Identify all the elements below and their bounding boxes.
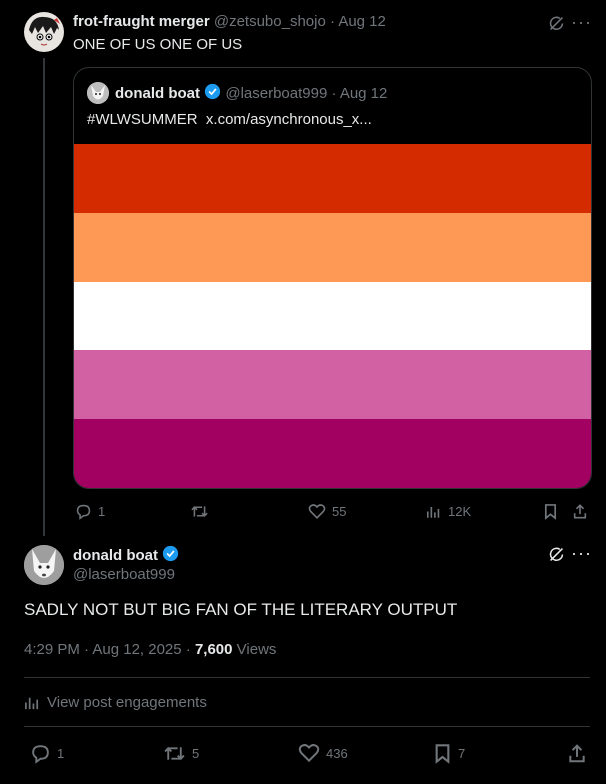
share-button[interactable] [572, 503, 588, 520]
lesbian-flag-image[interactable] [74, 144, 591, 488]
main-tweet-text: SADLY NOT BUT BIG FAN OF THE LITERARY OU… [24, 600, 458, 619]
divider [24, 677, 590, 678]
view-engagements-link[interactable]: View post engagements [24, 694, 207, 711]
views-chart-icon [25, 697, 39, 710]
flag-stripe [74, 144, 591, 213]
main-author-handle[interactable]: @laserboat999 [73, 566, 175, 583]
reply-date[interactable]: · Aug 12 [330, 13, 386, 30]
flag-stripe [74, 419, 591, 488]
flag-stripe [74, 281, 591, 351]
grok-icon[interactable] [548, 15, 565, 37]
main-author-name[interactable]: donald boat [73, 547, 158, 564]
reply-count: 1 [57, 746, 65, 761]
quoted-header: donald boat @laserboat999 · Aug 12 [115, 83, 387, 102]
thread-connector [43, 58, 45, 536]
quoted-date: · Aug 12 [331, 85, 388, 102]
like-count: 436 [326, 745, 348, 761]
retweet-icon [191, 506, 208, 517]
quoted-author-handle: @laserboat999 [225, 85, 328, 102]
avatar-frot-fraught[interactable] [24, 12, 64, 52]
reply-button[interactable]: 1 [75, 503, 105, 520]
bookmark-button[interactable] [543, 503, 558, 520]
grok-icon[interactable] [548, 546, 565, 568]
flag-stripe [74, 350, 591, 420]
reply-count: 1 [98, 504, 106, 519]
reply-header: frot-fraught merger @zetsubo_shojo · Aug… [73, 13, 386, 30]
avatar-illustration-icon [29, 16, 60, 46]
more-options-icon[interactable]: ··· [571, 12, 592, 33]
views-chart-icon [426, 507, 440, 518]
reply-author-name[interactable]: frot-fraught merger [73, 13, 210, 30]
share-icon [573, 504, 587, 519]
divider [24, 726, 590, 727]
dog-icon [24, 545, 64, 585]
quoted-hashtag: #WLWSUMMER [87, 111, 198, 128]
more-options-icon[interactable]: ··· [571, 543, 592, 564]
main-author-name-row: donald boat [73, 545, 179, 564]
avatar-donald-boat[interactable] [24, 545, 64, 585]
verified-badge-icon [163, 545, 179, 562]
retweet-button[interactable] [190, 503, 209, 520]
like-button[interactable]: 436 [298, 743, 348, 763]
heart-icon [298, 744, 320, 763]
main-tweet-timestamp[interactable]: 4:29 PM · Aug 12, 2025 · [24, 641, 195, 658]
views-count: 12K [448, 504, 472, 519]
quoted-text: #WLWSUMMER x.com/asynchronous_x... [87, 111, 372, 128]
bookmark-button[interactable]: 7 [433, 743, 465, 764]
share-icon [569, 744, 585, 763]
main-views-count: 7,600 [194, 641, 233, 658]
reply-icon [32, 745, 49, 764]
quoted-tweet-card[interactable]: donald boat @laserboat999 · Aug 12 #WLWS… [73, 67, 592, 489]
main-views-label: Views [232, 641, 277, 658]
flag-stripe [74, 212, 591, 282]
views-button[interactable]: 12K [426, 503, 471, 520]
like-button[interactable]: 55 [308, 503, 346, 520]
share-button[interactable] [567, 743, 587, 764]
quoted-link: x.com/asynchronous_x... [205, 111, 372, 128]
engagements-label: View post engagements [47, 694, 207, 711]
reply-button[interactable]: 1 [30, 743, 64, 764]
retweet-count: 5 [192, 746, 200, 761]
reply-text: ONE OF US ONE OF US [73, 36, 243, 53]
verified-badge-icon [205, 83, 221, 100]
bookmark-icon [544, 504, 557, 520]
bookmark-count: 7 [458, 746, 466, 761]
retweet-button[interactable]: 5 [163, 743, 199, 764]
quoted-author-name[interactable]: donald boat [115, 85, 200, 102]
retweet-icon [164, 746, 185, 761]
main-tweet-meta: 4:29 PM · Aug 12, 2025 · 7,600 Views [24, 641, 276, 658]
like-count: 55 [332, 504, 347, 519]
reply-author-handle[interactable]: @zetsubo_shojo [214, 13, 326, 30]
avatar-donald-boat-small [87, 82, 109, 104]
heart-icon [308, 504, 326, 519]
dog-icon [87, 82, 109, 104]
bookmark-icon [435, 744, 450, 764]
reply-icon [76, 504, 91, 520]
